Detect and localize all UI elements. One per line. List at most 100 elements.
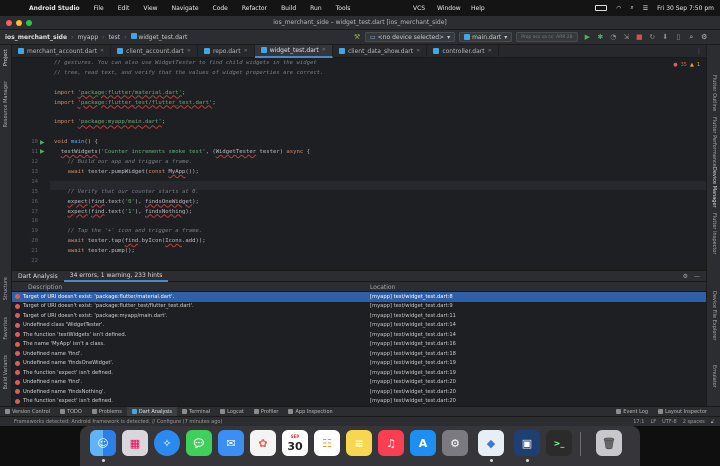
- code-line[interactable]: import 'package:flutter/material.dart';: [54, 90, 185, 96]
- run-test-gutter-icon[interactable]: ▶: [40, 139, 45, 146]
- analysis-row[interactable]: Undefined name 'findsNothing'. [myapp] te…: [12, 387, 706, 397]
- sdk-manager-icon[interactable]: ⬇: [660, 32, 670, 42]
- column-description[interactable]: Description: [28, 284, 62, 291]
- code-line[interactable]: await tester.pumpWidget(const MyApp());: [54, 169, 198, 175]
- code-line[interactable]: expect(find.text('0'), findsOneWidget);: [54, 199, 198, 205]
- close-tab-icon[interactable]: ✕: [244, 48, 248, 54]
- minimize-icon[interactable]: —: [694, 273, 700, 280]
- layout-inspector-tab[interactable]: Layout Inspector: [653, 407, 712, 417]
- file-encoding[interactable]: UTF-8: [662, 419, 677, 425]
- stop-icon[interactable]: ■: [634, 32, 644, 42]
- line-number[interactable]: 19: [12, 228, 38, 234]
- android-studio-icon[interactable]: ◆: [478, 430, 504, 456]
- breadcrumb-module[interactable]: myapp: [73, 34, 102, 41]
- column-location[interactable]: Location: [370, 284, 395, 291]
- calendar-icon[interactable]: SEP 30: [282, 430, 308, 456]
- line-number[interactable]: 18: [12, 218, 38, 224]
- close-tab-icon[interactable]: ✕: [488, 48, 492, 54]
- system-preferences-icon[interactable]: ⚙: [442, 430, 468, 456]
- finder-icon[interactable]: ☺: [90, 430, 116, 456]
- close-tab-icon[interactable]: ✕: [100, 48, 104, 54]
- analysis-summary-tab[interactable]: 34 errors, 1 warning, 233 hints: [63, 271, 169, 282]
- analysis-row[interactable]: Target of URI doesn't exist: 'package:fl…: [12, 292, 706, 302]
- device-selector[interactable]: ▭ <no device selected> ▾: [365, 32, 456, 42]
- control-center-icon[interactable]: ☰: [643, 5, 648, 12]
- menu-vcs[interactable]: VCS: [406, 5, 432, 12]
- project-tool-tab[interactable]: Project: [3, 49, 9, 66]
- line-number[interactable]: 11: [12, 149, 38, 155]
- clock[interactable]: Fri 30 Sep 7:50 pm: [657, 5, 714, 12]
- line-number[interactable]: 20: [12, 238, 38, 244]
- tab-repo[interactable]: repo.dart ✕: [198, 44, 255, 58]
- trash-icon[interactable]: 🗑︎: [596, 430, 622, 456]
- code-line[interactable]: // Tap the '+' icon and trigger a frame.: [54, 228, 202, 234]
- lock-icon[interactable]: 🔓︎: [711, 419, 714, 425]
- line-number[interactable]: 12: [12, 159, 38, 165]
- analysis-row[interactable]: The function 'testWidgets' isn't defined…: [12, 330, 706, 340]
- analysis-row[interactable]: Undefined name 'find'. [myapp] test/widge…: [12, 378, 706, 388]
- analysis-row[interactable]: Target of URI doesn't exist: 'package:my…: [12, 311, 706, 321]
- menu-tools[interactable]: Tools: [329, 5, 358, 12]
- menu-refactor[interactable]: Refactor: [235, 5, 274, 12]
- favorites-tool-tab[interactable]: Favorites: [3, 317, 9, 340]
- run-test-gutter-icon[interactable]: ▶: [40, 148, 45, 155]
- analysis-row[interactable]: Target of URI doesn't exist: 'package:fl…: [12, 302, 706, 312]
- notes-icon[interactable]: ≡: [346, 430, 372, 456]
- device-file-explorer-tool-tab[interactable]: Device File Explorer: [711, 291, 717, 340]
- debug-icon[interactable]: ✱: [595, 32, 605, 42]
- menu-file[interactable]: File: [87, 5, 111, 12]
- terminal-tab[interactable]: Terminal: [177, 407, 215, 417]
- code-line[interactable]: // Build our app and trigger a frame.: [54, 159, 192, 165]
- reminders-icon[interactable]: ☷: [314, 430, 340, 456]
- flutter-inspector-tool-tab[interactable]: Flutter Inspector: [711, 213, 717, 254]
- resource-manager-tool-tab[interactable]: Resource Manager: [3, 81, 9, 127]
- analysis-row[interactable]: The function 'expect' isn't defined. [mya…: [12, 397, 706, 407]
- code-line[interactable]: void main() {: [54, 139, 98, 145]
- menu-view[interactable]: View: [136, 5, 164, 12]
- safari-icon[interactable]: ✧: [154, 430, 180, 456]
- search-everywhere-icon[interactable]: ⌕: [686, 32, 696, 42]
- inspection-widget[interactable]: ● 35 ▲ 1: [673, 62, 700, 68]
- attach-icon[interactable]: ⇲: [621, 32, 631, 42]
- line-number[interactable]: 21: [12, 248, 38, 254]
- breadcrumb-project[interactable]: ios_merchant_side: [0, 34, 71, 41]
- analysis-row[interactable]: Undefined name 'findsOneWidget'. [myapp] …: [12, 359, 706, 369]
- tab-client-data-show[interactable]: client_data_show.dart ✕: [333, 44, 428, 58]
- zoom-window-button[interactable]: [26, 20, 32, 26]
- search-icon[interactable]: ⌕: [630, 4, 633, 12]
- line-number[interactable]: 13: [12, 169, 38, 175]
- line-number[interactable]: 10: [12, 139, 38, 145]
- app-inspection-tab[interactable]: App Inspection: [283, 407, 337, 417]
- profiler-tab[interactable]: Profiler: [249, 407, 284, 417]
- line-number[interactable]: 17: [12, 209, 38, 215]
- code-line[interactable]: await tester.tap(find.byIcon(Icons.add))…: [54, 238, 205, 244]
- code-line[interactable]: expect(find.text('1'), findsNothing);: [54, 209, 192, 215]
- breadcrumb-file[interactable]: widget_test.dart: [127, 33, 192, 41]
- menu-run[interactable]: Run: [303, 5, 329, 12]
- close-tab-icon[interactable]: ✕: [322, 47, 326, 53]
- code-line[interactable]: import 'package:myapp/main.dart';: [54, 119, 165, 125]
- cursor-position[interactable]: 17:1: [633, 419, 644, 425]
- tab-client-account[interactable]: client_account.dart ✕: [111, 44, 198, 58]
- analysis-row[interactable]: The name 'MyApp' isn't a class. [myapp] t…: [12, 340, 706, 350]
- close-tab-icon[interactable]: ✕: [187, 48, 191, 54]
- preview-icon[interactable]: ▣: [514, 430, 540, 456]
- device-manager-tool-tab[interactable]: Device Manager: [711, 167, 717, 208]
- launchpad-icon[interactable]: ▦: [122, 430, 148, 456]
- logcat-tab[interactable]: Logcat: [215, 407, 249, 417]
- status-message[interactable]: Frameworks detected: Android framework i…: [0, 419, 222, 425]
- battery-icon[interactable]: [595, 5, 608, 11]
- analysis-row[interactable]: Undefined name 'find'. [myapp] test/widge…: [12, 349, 706, 359]
- search-config-field[interactable]: Prop acs sa cc: ARR 28: [516, 32, 579, 42]
- menu-build[interactable]: Build: [274, 5, 303, 12]
- code-editor[interactable]: 10 11 12 13 14 15 16 17 18 19 20 21 22 ▶ ▶ // gestur…: [12, 58, 706, 270]
- photos-icon[interactable]: ✿: [250, 430, 276, 456]
- problems-tab[interactable]: Problems: [87, 407, 127, 417]
- event-log-tab[interactable]: Event Log: [611, 407, 653, 417]
- line-number[interactable]: 14: [12, 179, 38, 185]
- tab-merchant-account[interactable]: merchant_account.dart ✕: [12, 44, 112, 58]
- hammer-icon[interactable]: ⚒: [352, 32, 362, 42]
- menu-window[interactable]: Window: [430, 5, 468, 12]
- close-tab-icon[interactable]: ✕: [416, 48, 420, 54]
- analysis-problem-list[interactable]: Target of URI doesn't exist: 'package:fl…: [12, 292, 706, 406]
